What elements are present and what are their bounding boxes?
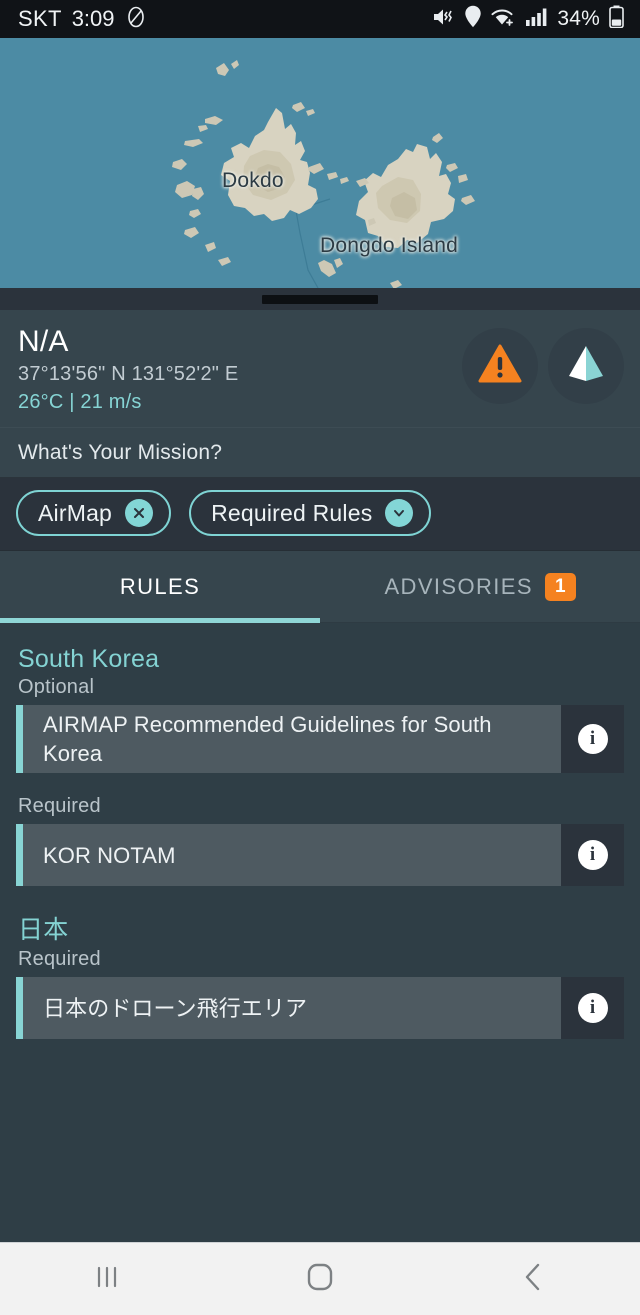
rule-accent-bar [16,824,23,886]
flight-plan-button[interactable] [548,328,624,404]
tab-rules[interactable]: RULES [0,551,320,623]
tab-advisories-label: ADVISORIES [384,574,533,599]
info-icon: i [577,993,608,1023]
close-x-icon[interactable] [125,499,154,527]
rule-row[interactable]: KOR NOTAM i [16,824,624,886]
back-button[interactable] [427,1261,640,1298]
chip-required-rules-label: Required Rules [211,499,373,526]
wifi-icon [491,6,516,32]
chip-required-rules[interactable]: Required Rules [189,490,432,536]
back-icon [520,1261,546,1298]
map-view[interactable]: Dokdo Dongdo Island [0,38,640,288]
info-icon: i [577,840,608,870]
status-bar-left: SKT 3:09 [18,6,147,33]
advisories-badge: 1 [544,573,576,601]
requirement-label: Required [18,795,101,817]
rule-body[interactable]: AIRMAP Recommended Guidelines for South … [23,705,561,773]
rule-body[interactable]: 日本のドローン飛行エリア [23,977,561,1039]
rule-row[interactable]: 日本のドローン飛行エリア i [16,977,624,1039]
tab-bar: RULES ADVISORIES 1 [0,551,640,623]
location-pin-icon [464,5,482,33]
rule-info-button[interactable]: i [561,705,624,773]
rule-info-button[interactable]: i [561,824,624,886]
chip-airmap-label: AirMap [38,499,113,526]
recents-icon [94,1262,120,1297]
rule-row[interactable]: AIRMAP Recommended Guidelines for South … [16,705,624,773]
signal-bars-icon [525,7,548,32]
dnd-icon [125,6,147,33]
country-heading: 日本 [18,916,69,944]
system-navigation-bar [0,1242,640,1315]
recents-button[interactable] [0,1262,213,1297]
tab-active-indicator [0,618,320,623]
clock-label: 3:09 [71,6,115,31]
home-button[interactable] [213,1261,426,1298]
mission-chip-row: AirMap Required Rules [0,478,640,551]
status-bar: SKT 3:09 34% [0,0,640,38]
paper-plane-icon [564,343,608,390]
rule-body[interactable]: KOR NOTAM [23,824,561,886]
warning-triangle-icon [478,344,522,389]
warning-button[interactable] [462,328,538,404]
mission-header: What's Your Mission? [0,428,640,478]
chevron-down-icon[interactable] [385,499,414,527]
requirement-label: Required [18,948,101,970]
mute-vibrate-icon [431,6,455,33]
rule-accent-bar [16,705,23,773]
rule-info-button[interactable]: i [561,977,624,1039]
info-action-buttons [462,328,624,404]
rules-list: South Korea Optional AIRMAP Recommended … [0,623,640,1039]
tab-rules-label: RULES [119,574,201,599]
mission-label: What's Your Mission? [18,440,223,464]
status-bar-right: 34% [431,5,624,33]
rules-section-japan: 日本 Required 日本のドローン飛行エリア i [0,894,640,1039]
sheet-drag-handle-area[interactable] [0,288,640,310]
battery-icon [609,5,624,33]
info-icon: i [577,724,608,754]
rule-title: 日本のドローン飛行エリア [43,995,308,1021]
chip-airmap[interactable]: AirMap [16,490,172,536]
requirement-label: Optional [18,676,95,698]
carrier-label: SKT [18,6,62,31]
map-canvas [0,38,640,288]
phone-screen: SKT 3:09 34% Dokdo Dongdo Island N/A 37°… [0,0,640,1315]
rules-section-south-korea: South Korea Optional AIRMAP Recommended … [0,633,640,886]
rule-title: AIRMAP Recommended Guidelines for South … [43,712,492,766]
sheet-drag-handle[interactable] [262,294,378,304]
battery-percent-label: 34% [557,7,600,30]
country-heading: South Korea [18,645,160,673]
location-info-panel: N/A 37°13'56" N 131°52'2" E 26°C | 21 m/… [0,310,640,428]
home-icon [305,1261,335,1298]
rule-title: KOR NOTAM [43,842,176,868]
rule-accent-bar [16,977,23,1039]
tab-advisories[interactable]: ADVISORIES 1 [320,551,640,623]
